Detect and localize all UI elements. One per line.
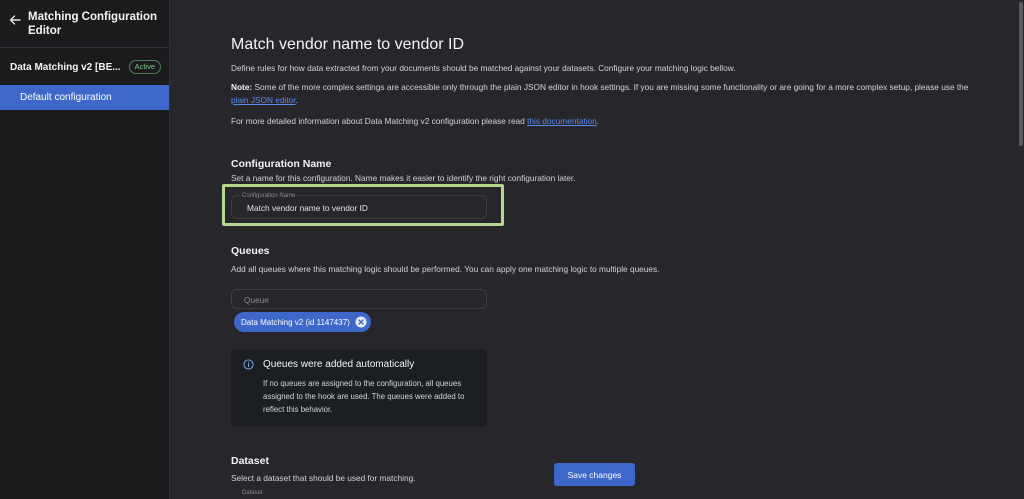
scrollbar[interactable] xyxy=(1016,0,1024,499)
config-name-field[interactable]: Configuration Name Match vendor name to … xyxy=(231,193,487,219)
dataset-heading: Dataset xyxy=(231,455,269,467)
info-body: If no queues are assigned to the configu… xyxy=(263,379,465,414)
queue-input[interactable]: Queue xyxy=(231,289,487,309)
config-name-heading: Configuration Name xyxy=(231,158,332,170)
info-title: Queues were added automatically xyxy=(263,359,415,370)
intro-text: Define rules for how data extracted from… xyxy=(231,63,736,73)
docs-text: For more detailed information about Data… xyxy=(231,115,971,128)
close-circle-icon[interactable] xyxy=(355,316,367,328)
main-panel: Match vendor name to vendor ID Define ru… xyxy=(171,0,1024,499)
plain-json-editor-link[interactable]: plain JSON editor xyxy=(231,95,296,105)
note-text: Note: Some of the more complex settings … xyxy=(231,81,971,107)
sidebar: Matching Configuration Editor Data Match… xyxy=(0,0,170,499)
note-body: Some of the more complex settings are ac… xyxy=(252,82,969,92)
note-label: Note: xyxy=(231,82,253,92)
dataset-field-label[interactable]: Dataset xyxy=(242,490,263,496)
note-end: . xyxy=(295,95,298,105)
sidebar-title: Matching Configuration Editor xyxy=(28,11,158,37)
info-alert: Queues were added automatically If no qu… xyxy=(231,349,487,427)
save-changes-button[interactable]: Save changes xyxy=(554,463,635,486)
queues-description: Add all queues where this matching logic… xyxy=(231,264,660,274)
dataset-description: Select a dataset that should be used for… xyxy=(231,473,416,483)
status-badge: Active xyxy=(128,60,161,74)
arrow-left-icon[interactable] xyxy=(8,13,22,27)
documentation-link[interactable]: this documentation xyxy=(527,116,597,126)
queue-chip-label: Data Matching v2 (id 1147437) xyxy=(241,317,350,327)
config-name-field-label: Configuration Name xyxy=(241,193,297,200)
sidebar-item-default-configuration[interactable]: Default configuration xyxy=(0,85,169,110)
info-circle-icon xyxy=(243,359,254,370)
config-name-field-value: Match vendor name to vendor ID xyxy=(247,203,368,213)
sidebar-hook-section: Data Matching v2 [BE... Active xyxy=(0,48,169,86)
queues-heading: Queues xyxy=(231,245,270,257)
docs-end: . xyxy=(596,116,600,126)
sidebar-hook-name: Data Matching v2 [BE... xyxy=(10,61,121,73)
docs-body: For more detailed information about Data… xyxy=(231,116,528,126)
config-name-description: Set a name for this configuration. Name … xyxy=(231,173,576,183)
scrollbar-thumb[interactable] xyxy=(1019,2,1023,146)
content-header: Match vendor name to vendor ID Define ru… xyxy=(231,36,971,183)
sidebar-header: Matching Configuration Editor xyxy=(0,0,169,48)
page-title: Match vendor name to vendor ID xyxy=(231,36,465,53)
queue-chip: Data Matching v2 (id 1147437) xyxy=(234,312,371,332)
